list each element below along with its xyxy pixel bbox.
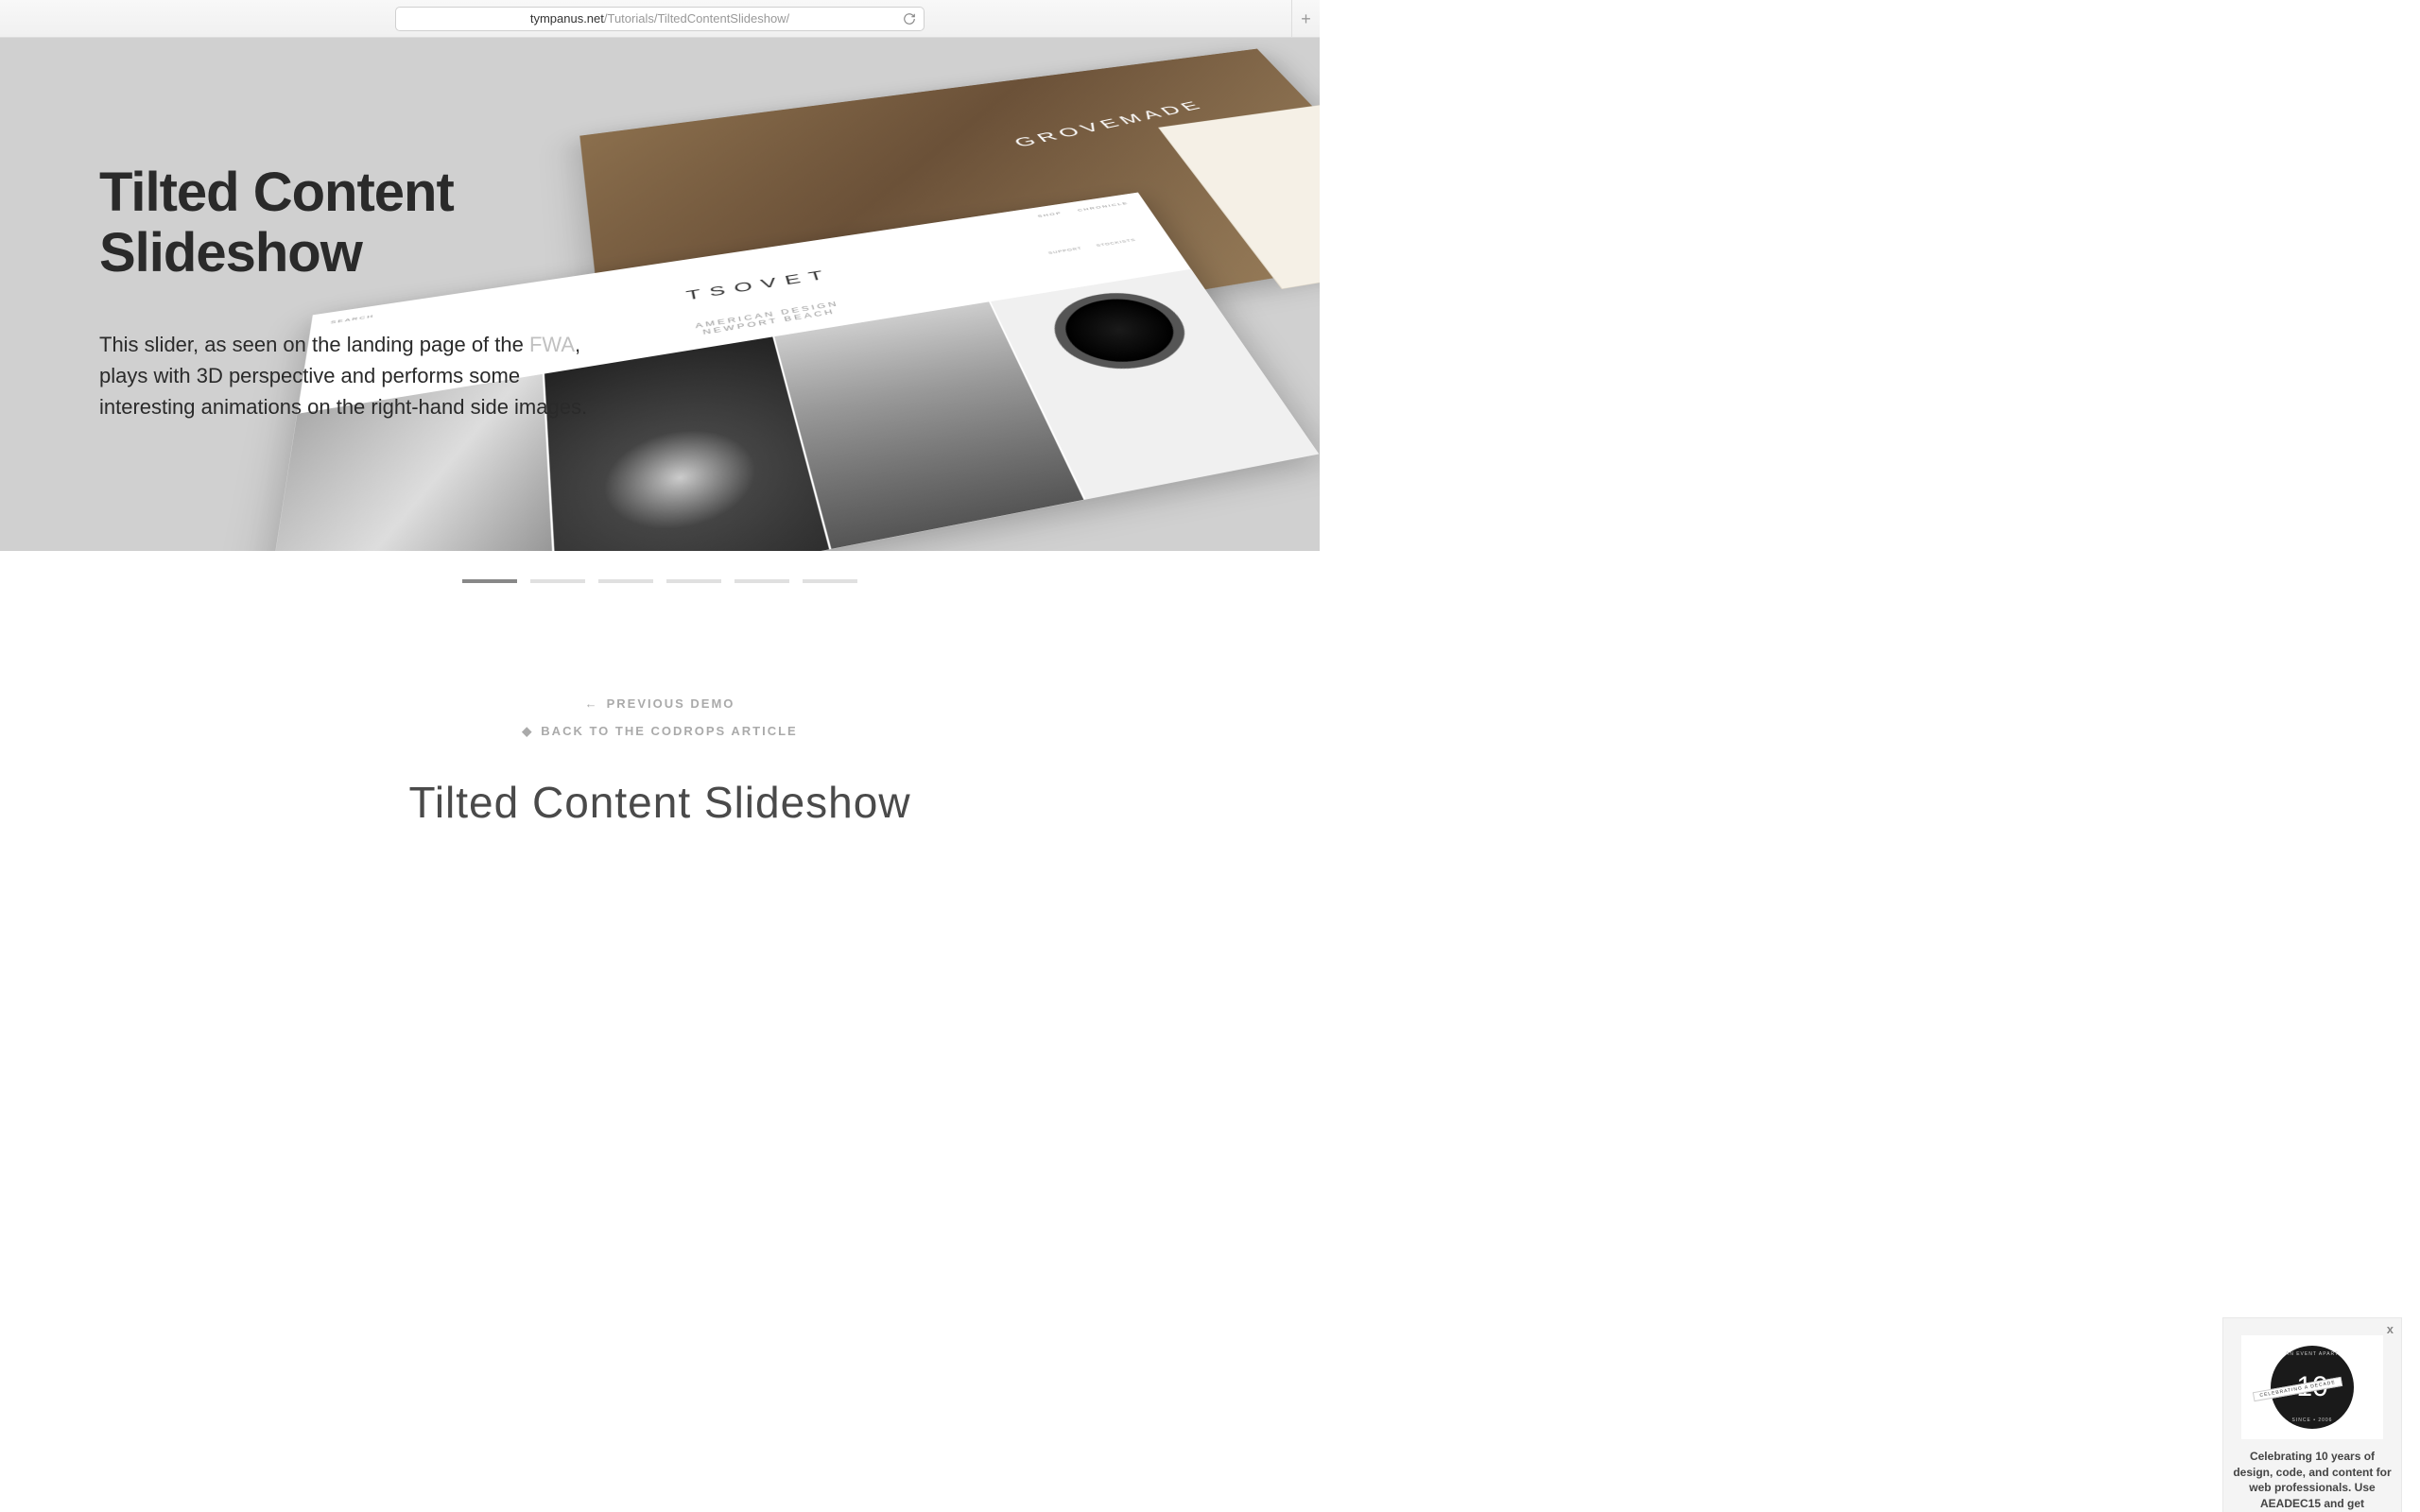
slide-pagination — [0, 579, 1320, 583]
pagination-dot[interactable] — [598, 579, 653, 583]
new-tab-button[interactable]: + — [1291, 0, 1320, 38]
ad-close-button[interactable]: x — [2387, 1322, 2394, 1336]
arrow-left-icon: ← — [585, 696, 599, 711]
hero-text-block: Tilted Content Slideshow This slider, as… — [99, 163, 591, 422]
ad-box: x VE WHAT TELLIN RY K K S Y D SET SO TH … — [2223, 1318, 2401, 1512]
hero-description: This slider, as seen on the landing page… — [99, 329, 591, 422]
reload-icon[interactable] — [903, 12, 916, 26]
pagination-dot[interactable] — [530, 579, 585, 583]
pagination-dot[interactable] — [803, 579, 857, 583]
url-domain: tympanus.net — [530, 11, 604, 26]
pagination-dot[interactable] — [462, 579, 517, 583]
pagination-dot[interactable] — [666, 579, 721, 583]
ad-image[interactable]: VE WHAT TELLIN RY K K S Y D SET SO TH NS… — [2241, 1335, 2383, 1439]
fwa-link[interactable]: FWA — [529, 333, 575, 356]
address-bar[interactable]: tympanus.net/Tutorials/TiltedContentSlid… — [395, 7, 925, 31]
hero-title: Tilted Content Slideshow — [99, 163, 591, 284]
secondary-page-title: Tilted Content Slideshow — [0, 777, 1320, 828]
lower-nav: ←PREVIOUS DEMO ◆BACK TO THE CODROPS ARTI… — [0, 696, 1320, 739]
back-to-article-link[interactable]: ◆BACK TO THE CODROPS ARTICLE — [0, 724, 1320, 739]
pagination-dot[interactable] — [735, 579, 789, 583]
watch-icon — [1039, 285, 1203, 379]
drop-icon: ◆ — [522, 724, 533, 738]
browser-toolbar: tympanus.net/Tutorials/TiltedContentSlid… — [0, 0, 1320, 38]
url-path: /Tutorials/TiltedContentSlideshow/ — [604, 11, 789, 26]
previous-demo-link[interactable]: ←PREVIOUS DEMO — [0, 696, 1320, 711]
ad-text: Celebrating 10 years of design, code, an… — [2233, 1449, 2392, 1512]
hero-section: Tilted Content Slideshow This slider, as… — [0, 38, 1320, 551]
